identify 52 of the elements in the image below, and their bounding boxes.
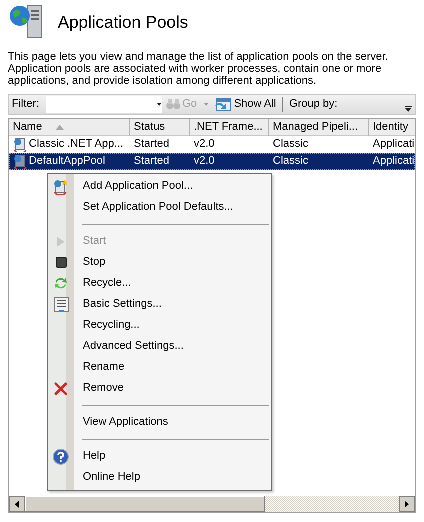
recycle-arrows-icon — [54, 276, 68, 291]
binoculars-icon — [166, 99, 180, 110]
menu-item[interactable]: Help — [48, 446, 271, 467]
scroll-right-icon[interactable] — [405, 500, 409, 508]
menu-item[interactable]: Set Application Pool Defaults... — [48, 197, 271, 218]
table-cell-text: Started — [134, 154, 170, 170]
menu-item[interactable]: Stop — [48, 252, 271, 273]
page-description: This page lets you view and manage the list of application pools on the server. Application pools are associated with worker processes, contain one or more applications, and provide isolation among different applications. — [8, 51, 390, 87]
horizontal-scrollbar[interactable] — [9, 496, 415, 512]
page-title: Application Pools — [58, 14, 188, 30]
table-cell-text: v2.0 — [194, 137, 215, 152]
column-header[interactable]: Managed Pipeli... — [269, 119, 369, 136]
dropdown-caret-icon[interactable] — [204, 103, 210, 106]
filter-label: Filter: — [12, 97, 40, 112]
table-cell-text: Applicati — [373, 154, 415, 170]
scroll-left-icon[interactable] — [15, 500, 19, 508]
menu-item[interactable]: Recycling... — [48, 315, 271, 336]
menu-item[interactable]: Advanced Settings... — [48, 336, 271, 357]
menu-item[interactable]: Add Application Pool... — [48, 176, 271, 197]
globe-server-icon — [8, 4, 44, 40]
column-header[interactable]: Status — [130, 119, 190, 136]
table-cell-text: DefaultAppPool — [29, 154, 106, 170]
menu-item[interactable]: Recycle... — [48, 273, 271, 294]
remove-icon — [54, 382, 68, 396]
column-header[interactable]: Identity — [369, 119, 415, 136]
table-cell-text: Classic .NET App... — [29, 137, 124, 152]
menu-item[interactable]: Basic Settings... — [48, 294, 271, 315]
column-header[interactable]: Name — [9, 119, 130, 136]
table-cell-text: Applicati — [373, 137, 415, 152]
group-by-label: Group by: — [289, 97, 338, 112]
app-pool-icon — [13, 154, 28, 169]
stop-icon — [56, 257, 66, 268]
table-cell-text: Classic — [273, 137, 308, 152]
help-icon — [53, 448, 69, 464]
filter-field[interactable] — [46, 96, 162, 113]
play-icon — [56, 236, 66, 248]
table-cell-text: Classic — [273, 154, 308, 170]
sort-arrow-icon — [56, 125, 64, 130]
table-cell-text: v2.0 — [194, 154, 215, 170]
show-all-button[interactable]: Show All — [214, 96, 276, 113]
settings-window-icon — [54, 297, 68, 312]
menu-item[interactable]: Remove — [48, 378, 271, 399]
toolbar-overflow-icon[interactable] — [405, 106, 412, 112]
column-header[interactable]: .NET Frame... — [190, 119, 269, 136]
table-cell-text: Started — [134, 137, 170, 152]
scrollbar-thumb[interactable] — [25, 496, 265, 512]
app-pool-add-icon — [53, 178, 69, 194]
table-row[interactable]: DefaultAppPool Started v2.0 Classic Applicati — [9, 153, 415, 170]
menu-item[interactable]: Rename — [48, 357, 271, 378]
menu-item[interactable]: View Applications — [48, 412, 271, 433]
dropdown-caret-icon — [156, 103, 162, 106]
menu-item[interactable]: Online Help — [48, 467, 271, 488]
